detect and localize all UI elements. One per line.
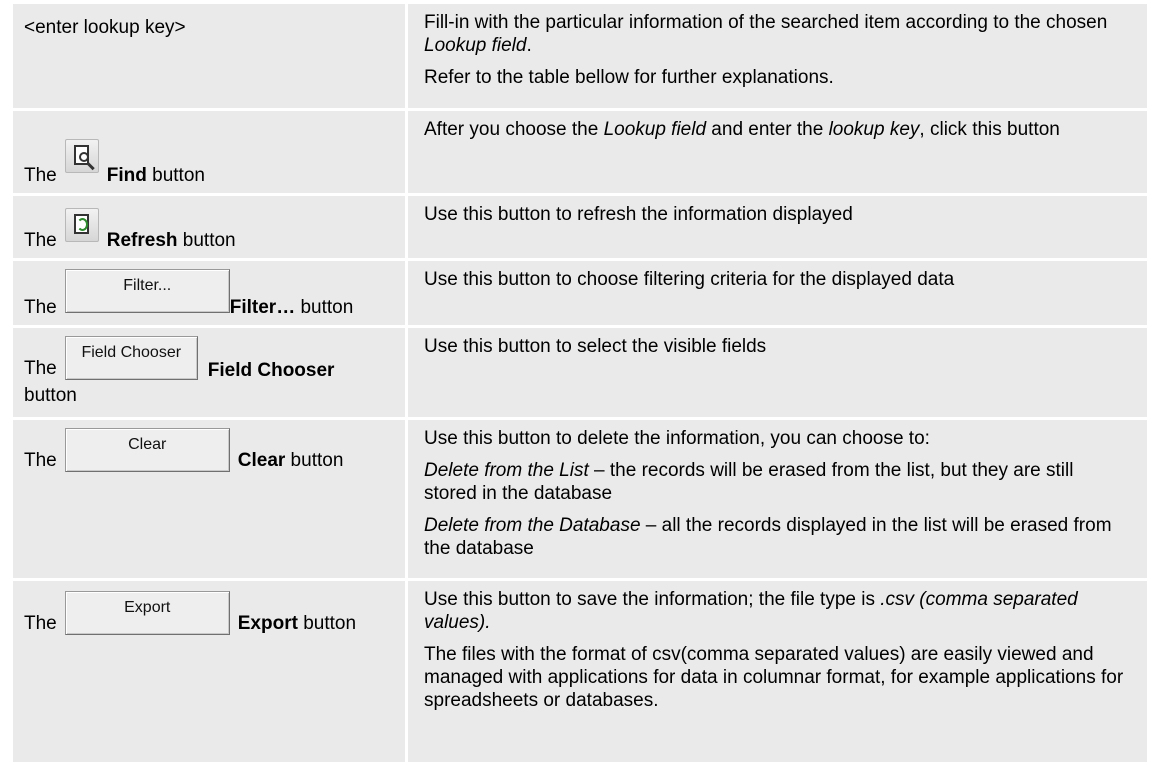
italic-term: Delete from the Database — [424, 515, 641, 536]
find-cell: The Find button — [13, 111, 408, 193]
filter-button-name: Filter… — [229, 297, 296, 318]
field-chooser-button[interactable]: Field Chooser — [64, 336, 198, 380]
table-row-export: The Export Export button Use this button… — [13, 581, 1147, 765]
text-run: . — [526, 35, 532, 56]
the-label: The — [24, 449, 57, 471]
description-cell: Use this button to refresh the informati… — [408, 196, 1147, 258]
description-paragraph: Delete from the List – the records will … — [424, 459, 1131, 505]
table-row-find: The Find button After you choose the Loo… — [13, 111, 1147, 196]
field-chooser-cell: The Field Chooser Field Chooser button — [13, 328, 408, 417]
button-suffix: button — [295, 297, 354, 318]
table-row-filter: The Filter... Filter… button Use this bu… — [13, 261, 1147, 328]
italic-term: Delete from the List — [424, 460, 589, 481]
description-paragraph: Use this button to delete the informatio… — [424, 427, 1131, 450]
description-paragraph: Use this button to refresh the informati… — [424, 203, 1131, 226]
the-label: The — [24, 230, 57, 251]
description-paragraph: After you choose the Lookup field and en… — [424, 118, 1131, 141]
field-chooser-button-name: Field Chooser — [207, 360, 335, 381]
description-paragraph: Use this button to choose filtering crit… — [424, 268, 1131, 291]
export-button-name: Export — [237, 612, 298, 634]
description-cell: After you choose the Lookup field and en… — [408, 111, 1147, 193]
table-row-clear: The Clear Clear button Use this button t… — [13, 420, 1147, 581]
clear-cell: The Clear Clear button — [13, 420, 408, 578]
lookup-key-cell: <enter lookup key> — [13, 4, 408, 108]
text-run: Use this button to refresh the informati… — [424, 204, 853, 225]
description-paragraph: Refer to the table bellow for further ex… — [424, 66, 1131, 89]
the-label: The — [24, 165, 57, 186]
text-run: and enter the — [706, 119, 829, 140]
text-run: Use this button to choose filtering crit… — [424, 269, 955, 290]
description-paragraph: Delete from the Database – all the recor… — [424, 514, 1131, 560]
refresh-button-name: Refresh — [106, 230, 178, 251]
description-cell: Use this button to save the information;… — [408, 581, 1147, 762]
export-button[interactable]: Export — [64, 591, 230, 635]
refresh-icon[interactable] — [64, 208, 99, 242]
refresh-cell: The Refresh button — [13, 196, 408, 258]
the-label: The — [24, 297, 57, 318]
description-paragraph: Use this button to save the information;… — [424, 588, 1131, 634]
italic-term: Lookup field — [603, 119, 707, 140]
button-suffix: button — [297, 612, 357, 634]
the-label: The — [24, 358, 57, 379]
button-suffix: button — [24, 385, 77, 406]
description-table: <enter lookup key> Fill-in with the part… — [13, 4, 1147, 765]
the-label: The — [24, 612, 57, 634]
italic-term: Lookup field — [424, 35, 527, 56]
table-row-refresh: The Refresh button Use this button to re… — [13, 196, 1147, 261]
filter-button[interactable]: Filter... — [64, 269, 230, 313]
find-icon[interactable] — [64, 139, 99, 173]
text-run: Use this button to select the visible fi… — [424, 336, 767, 357]
text-run: The files with the format of csv(comma s… — [424, 644, 1124, 711]
description-cell: Fill-in with the particular information … — [408, 4, 1147, 108]
lookup-key-label: <enter lookup key> — [24, 17, 186, 38]
text-run: Fill-in with the particular information … — [424, 12, 1108, 33]
text-run: After you choose the — [424, 119, 604, 140]
description-paragraph: The files with the format of csv(comma s… — [424, 643, 1131, 712]
description-cell: Use this button to choose filtering crit… — [408, 261, 1147, 325]
text-run: Use this button to delete the informatio… — [424, 428, 930, 449]
description-paragraph: Fill-in with the particular information … — [424, 11, 1131, 57]
clear-button-name: Clear — [237, 449, 286, 471]
text-run: , click this button — [919, 119, 1060, 140]
table-row-field-chooser: The Field Chooser Field Chooser button U… — [13, 328, 1147, 420]
description-cell: Use this button to select the visible fi… — [408, 328, 1147, 417]
button-suffix: button — [177, 230, 236, 251]
text-run: Refer to the table bellow for further ex… — [424, 67, 834, 88]
clear-button[interactable]: Clear — [64, 428, 230, 472]
description-cell: Use this button to delete the informatio… — [408, 420, 1147, 578]
text-run: Use this button to save the information;… — [424, 589, 881, 610]
italic-term: lookup key — [828, 119, 920, 140]
find-button-name: Find — [106, 165, 147, 186]
export-cell: The Export Export button — [13, 581, 408, 762]
table-row-lookup-key: <enter lookup key> Fill-in with the part… — [13, 4, 1147, 111]
button-suffix: button — [285, 449, 344, 471]
filter-cell: The Filter... Filter… button — [13, 261, 408, 325]
button-suffix: button — [146, 165, 205, 186]
description-paragraph: Use this button to select the visible fi… — [424, 335, 1131, 358]
